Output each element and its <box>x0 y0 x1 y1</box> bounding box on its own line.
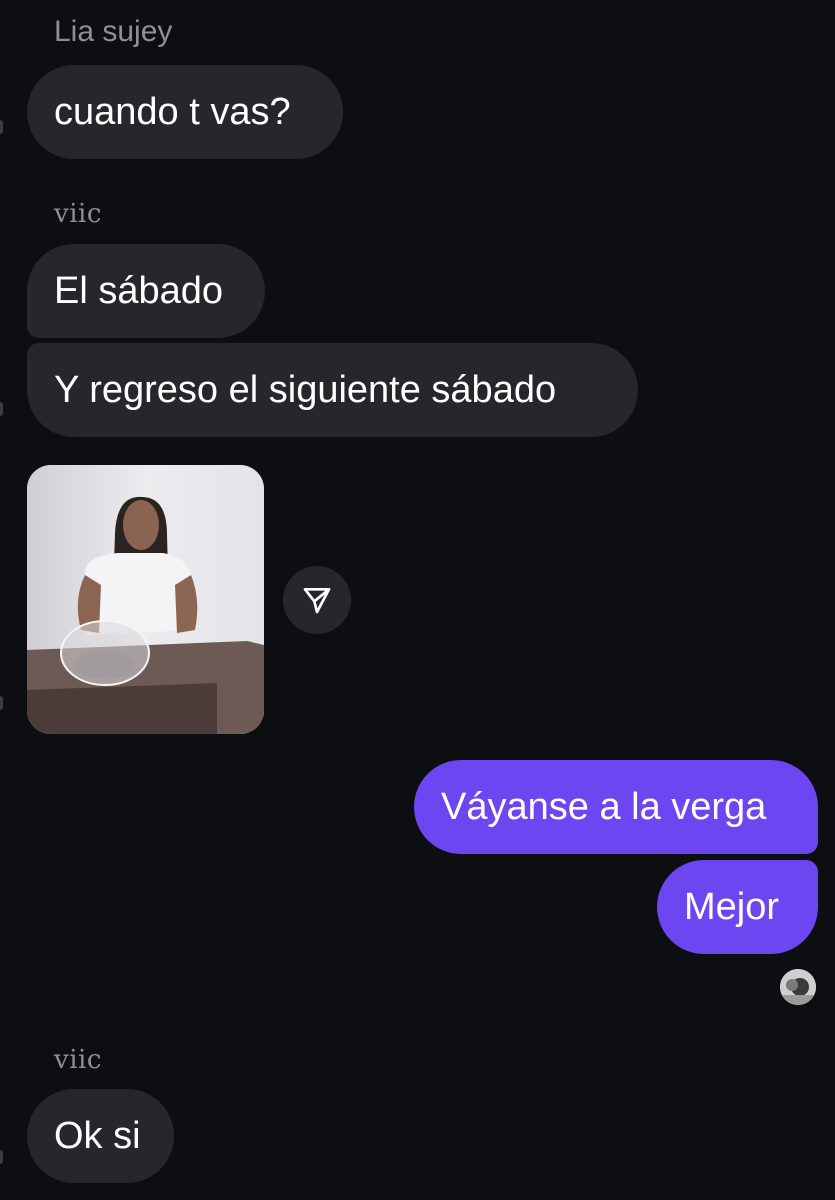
message-edge-indicator <box>0 1150 3 1164</box>
sender-name: viic <box>54 199 102 229</box>
message-bubble-incoming[interactable]: cuando t vas? <box>27 65 343 159</box>
message-bubble-incoming[interactable]: Ok si <box>27 1089 174 1183</box>
message-edge-indicator <box>0 696 3 710</box>
message-text: Mejor <box>684 885 780 928</box>
message-bubble-outgoing[interactable]: Váyanse a la verga <box>414 760 818 854</box>
message-edge-indicator <box>0 120 3 134</box>
share-button[interactable] <box>283 566 351 634</box>
message-text: Váyanse a la verga <box>441 785 767 828</box>
message-text: Ok si <box>54 1114 141 1157</box>
message-bubble-incoming[interactable]: El sábado <box>27 244 265 338</box>
video-thumbnail-image <box>27 465 264 734</box>
send-icon <box>303 588 331 614</box>
message-text: cuando t vas? <box>54 90 291 133</box>
message-bubble-outgoing[interactable]: Mejor <box>657 860 818 954</box>
sender-name: Lia sujey <box>54 15 173 48</box>
message-text: Y regreso el siguiente sábado <box>54 368 557 411</box>
seen-avatar <box>780 969 816 1005</box>
sender-name: viic <box>54 1045 102 1075</box>
message-bubble-incoming[interactable]: Y regreso el siguiente sábado <box>27 343 638 437</box>
media-thumbnail[interactable] <box>27 465 264 734</box>
message-text: El sábado <box>54 269 224 312</box>
message-edge-indicator <box>0 402 3 416</box>
